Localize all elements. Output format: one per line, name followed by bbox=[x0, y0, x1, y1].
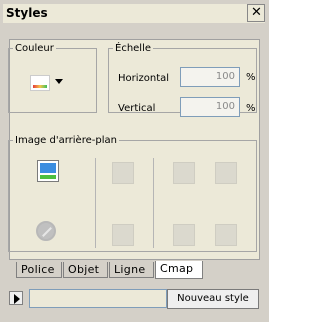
no-image-icon[interactable] bbox=[36, 221, 56, 241]
layout-icon-2[interactable] bbox=[112, 224, 134, 246]
couleur-legend: Couleur bbox=[15, 43, 54, 54]
style-name-field[interactable] bbox=[29, 289, 167, 308]
bottom-bar: Nouveau style bbox=[9, 289, 263, 311]
horizontal-scale-field[interactable]: 100 bbox=[180, 67, 240, 87]
echelle-legend: Échelle bbox=[115, 43, 152, 54]
title-bar: Styles bbox=[3, 4, 265, 23]
separator-1 bbox=[95, 158, 96, 248]
color-picker-button[interactable] bbox=[30, 72, 70, 94]
align-icon[interactable] bbox=[215, 162, 237, 184]
insert-image-icon[interactable] bbox=[37, 160, 59, 182]
tile-icon[interactable] bbox=[173, 162, 195, 184]
tab-objet[interactable]: Objet bbox=[63, 262, 108, 278]
tab-ligne[interactable]: Ligne bbox=[109, 262, 154, 278]
close-button[interactable] bbox=[247, 4, 265, 22]
image-background-legend: Image d'arrière-plan bbox=[15, 135, 117, 146]
horizontal-label: Horizontal bbox=[118, 73, 170, 84]
vertical-percent-unit: % bbox=[246, 103, 256, 114]
separator-2 bbox=[153, 158, 154, 248]
dropdown-arrow-icon bbox=[55, 79, 63, 84]
position-icon-1[interactable] bbox=[173, 224, 195, 246]
vertical-scale-field[interactable]: 100 bbox=[180, 97, 240, 117]
play-icon[interactable] bbox=[9, 291, 23, 305]
new-style-button[interactable]: Nouveau style bbox=[167, 289, 259, 309]
tab-cmap[interactable]: Cmap bbox=[155, 261, 203, 279]
styles-window: Styles Couleur Échelle Horizontal 100 % … bbox=[0, 0, 269, 322]
color-swatch-icon bbox=[30, 75, 50, 91]
tab-police[interactable]: Police bbox=[16, 262, 62, 278]
horizontal-percent-unit: % bbox=[246, 72, 256, 83]
vertical-label: Vertical bbox=[118, 103, 156, 114]
window-title: Styles bbox=[6, 6, 48, 20]
layout-icon-1[interactable] bbox=[112, 162, 134, 184]
position-icon-2[interactable] bbox=[215, 224, 237, 246]
